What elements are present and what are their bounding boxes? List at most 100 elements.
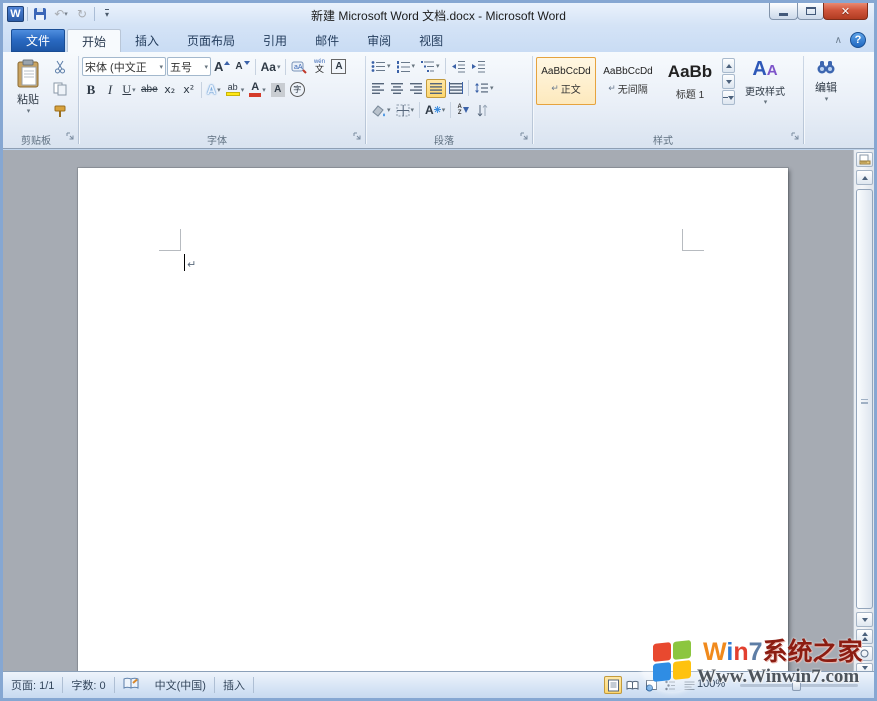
style-normal[interactable]: AaBbCcDd ↵正文	[536, 57, 596, 105]
distributed-button[interactable]	[447, 79, 465, 98]
tab-page-layout[interactable]: 页面布局	[173, 29, 249, 52]
phonetic-guide-icon: wén 文	[314, 59, 325, 74]
align-right-button[interactable]	[407, 79, 425, 98]
underline-button[interactable]: U▾	[120, 80, 138, 99]
shading-button[interactable]: ▾	[369, 101, 393, 120]
change-styles-button[interactable]: AA 更改样式 ▾	[737, 55, 793, 106]
word-window: W ↶▾ ↻ ▾ 新建 Microsoft Word 文档.docx - Mic…	[0, 0, 877, 701]
highlight-letters: ab	[228, 83, 238, 92]
draft-view-button[interactable]	[680, 676, 698, 694]
font-size-combobox[interactable]: 五号 ▾	[167, 57, 211, 76]
decrease-indent-button[interactable]	[449, 57, 468, 76]
insert-mode-indicator[interactable]: 插入	[215, 677, 253, 693]
ruler-toggle-button[interactable]	[856, 152, 873, 167]
font-color-bar	[249, 93, 261, 97]
style-heading-1[interactable]: AaBb 标题 1	[660, 57, 720, 105]
language-indicator[interactable]: 中文(中国)	[147, 677, 214, 693]
web-layout-view-button[interactable]	[642, 676, 660, 694]
font-dialog-launcher[interactable]	[353, 128, 362, 146]
change-case-icon: Aa	[261, 60, 276, 74]
tab-references[interactable]: 引用	[249, 29, 301, 52]
line-spacing-button[interactable]: ▾	[472, 79, 496, 98]
character-border-button[interactable]: A	[329, 57, 348, 76]
tab-mailings[interactable]: 邮件	[301, 29, 353, 52]
paste-button[interactable]: 粘贴 ▾	[7, 55, 49, 127]
clipboard-dialog-launcher[interactable]	[66, 128, 75, 146]
select-browse-object-button[interactable]	[856, 646, 873, 661]
borders-button[interactable]: ▾	[394, 101, 417, 120]
font-color-button[interactable]: A ▾	[247, 80, 268, 99]
text-highlight-button[interactable]: ab ▾	[224, 80, 247, 99]
full-screen-reading-view-button[interactable]	[623, 676, 641, 694]
tab-home[interactable]: 开始	[67, 29, 121, 52]
down-arrow-icon	[728, 96, 734, 100]
vertical-scrollbar[interactable]	[853, 150, 874, 671]
style-no-spacing[interactable]: AaBbCcDd ↵无间隔	[598, 57, 658, 105]
document-page[interactable]: ↵	[78, 168, 788, 671]
zoom-slider[interactable]	[740, 684, 858, 687]
tab-view[interactable]: 视图	[405, 29, 457, 52]
proofing-status-button[interactable]	[115, 677, 147, 693]
bold-button[interactable]: B	[82, 80, 100, 99]
phonetic-guide-button[interactable]: wén 文	[310, 57, 328, 76]
zoom-slider-knob[interactable]	[792, 680, 801, 691]
font-group-label: 字体	[80, 132, 354, 147]
scrollbar-thumb[interactable]	[856, 189, 873, 609]
status-separator	[253, 677, 254, 693]
close-button[interactable]: ✕	[823, 3, 868, 20]
shrink-font-button[interactable]: A	[233, 57, 251, 76]
minimize-ribbon-icon[interactable]: ∧	[835, 35, 842, 46]
previous-page-button[interactable]	[856, 629, 873, 644]
word-count[interactable]: 字数: 0	[63, 677, 113, 693]
styles-gallery-more-button[interactable]	[722, 90, 735, 105]
paragraph-mark-icon: ↵	[608, 84, 616, 94]
svg-text:aA: aA	[294, 64, 303, 71]
strikethrough-button[interactable]: abe	[139, 80, 160, 99]
asian-layout-button[interactable]: A ▾	[423, 101, 447, 120]
sort-button[interactable]: A Z	[454, 101, 472, 120]
character-shading-button[interactable]: A	[269, 80, 287, 99]
scroll-up-button[interactable]	[856, 170, 873, 185]
tab-review[interactable]: 审阅	[353, 29, 405, 52]
styles-scroll-up-button[interactable]	[722, 58, 735, 73]
superscript-button[interactable]: x²	[180, 80, 198, 99]
grow-font-button[interactable]: A	[212, 57, 232, 76]
styles-dialog-launcher[interactable]	[791, 128, 800, 146]
minimize-button[interactable]	[769, 3, 798, 20]
text-effects-button[interactable]: A▾	[205, 80, 223, 99]
print-layout-view-button[interactable]	[604, 676, 622, 694]
page-indicator[interactable]: 页面: 1/1	[3, 677, 62, 693]
help-button[interactable]: ?	[850, 32, 866, 48]
scroll-down-button[interactable]	[856, 612, 873, 627]
change-styles-icon: AA	[752, 59, 777, 80]
justify-button[interactable]	[426, 79, 446, 98]
enclose-characters-button[interactable]: 字	[288, 80, 307, 99]
tab-file[interactable]: 文件	[11, 29, 65, 52]
font-color-letter: A	[251, 82, 259, 93]
tab-insert[interactable]: 插入	[121, 29, 173, 52]
format-painter-button[interactable]	[50, 101, 70, 121]
copy-button[interactable]	[50, 79, 70, 99]
font-name-combobox[interactable]: 宋体 (中文正 ▾	[82, 57, 166, 76]
maximize-button[interactable]	[797, 3, 824, 20]
print-layout-icon	[607, 679, 620, 692]
align-left-button[interactable]	[369, 79, 387, 98]
change-case-button[interactable]: Aa▾	[259, 57, 283, 76]
italic-button[interactable]: I	[101, 80, 119, 99]
show-hide-marks-button[interactable]	[473, 101, 491, 120]
zoom-level[interactable]: 100%	[697, 678, 725, 690]
multilevel-list-icon	[420, 60, 435, 73]
outline-view-button[interactable]	[661, 676, 679, 694]
numbering-button[interactable]: ▾	[394, 57, 418, 76]
next-page-button[interactable]	[856, 663, 873, 671]
cut-button[interactable]	[50, 57, 70, 77]
styles-scroll-down-button[interactable]	[722, 74, 735, 89]
bullets-button[interactable]: ▾	[369, 57, 393, 76]
subscript-button[interactable]: x₂	[161, 80, 179, 99]
align-center-button[interactable]	[388, 79, 406, 98]
increase-indent-button[interactable]	[469, 57, 488, 76]
editing-group[interactable]: 编辑 ▾	[805, 53, 847, 148]
multilevel-list-button[interactable]: ▾	[418, 57, 442, 76]
paragraph-dialog-launcher[interactable]	[520, 128, 529, 146]
clear-formatting-button[interactable]: aA	[289, 57, 309, 76]
